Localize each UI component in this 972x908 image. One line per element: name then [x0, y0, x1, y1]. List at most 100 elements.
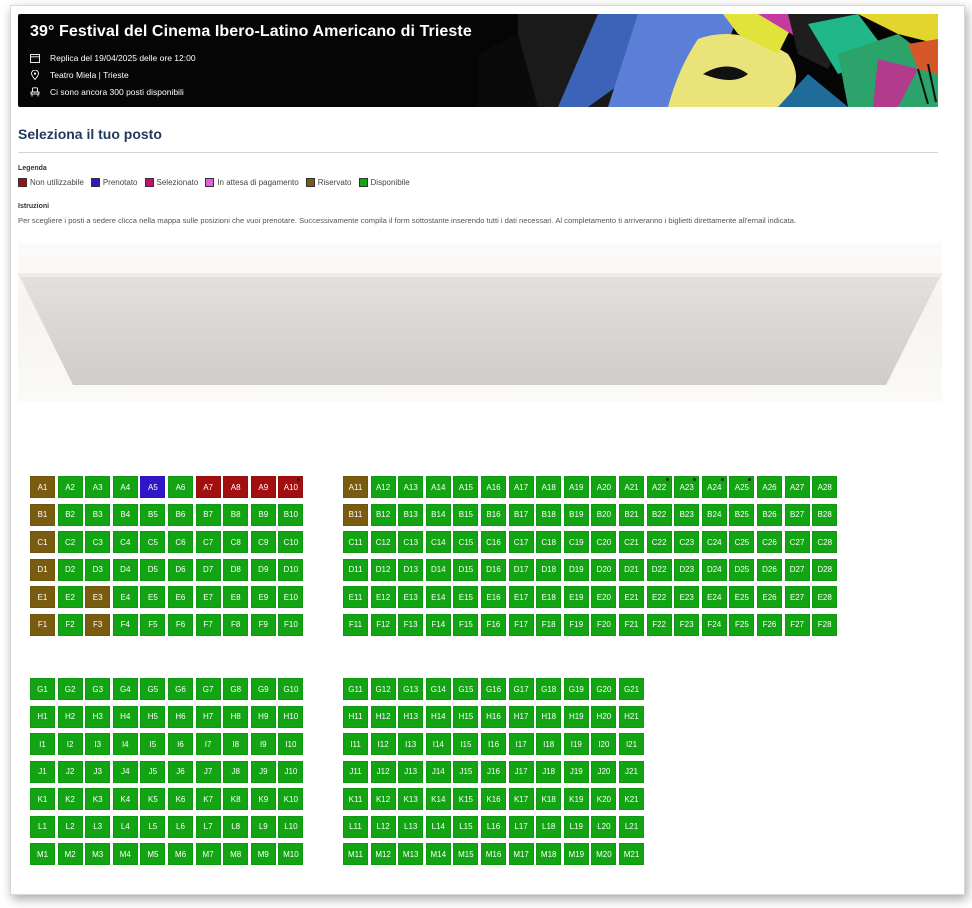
seat-g13[interactable]: G13: [398, 678, 424, 700]
seat-f17[interactable]: F17: [508, 613, 534, 636]
seat-c11[interactable]: C11: [343, 531, 368, 553]
seat-k14[interactable]: K14: [425, 788, 451, 810]
seat-j18[interactable]: J18: [536, 760, 562, 783]
seat-k11[interactable]: K11: [343, 788, 368, 810]
seat-a19[interactable]: A19: [563, 476, 589, 498]
seat-i10[interactable]: I10: [278, 733, 304, 755]
seat-a10[interactable]: A10: [278, 476, 304, 498]
seat-h7[interactable]: H7: [195, 705, 221, 728]
seat-l16[interactable]: L16: [481, 815, 506, 838]
seat-l4[interactable]: L4: [112, 815, 138, 838]
seat-b26[interactable]: B26: [757, 503, 782, 526]
seat-f22[interactable]: F22: [646, 613, 672, 636]
seat-m18[interactable]: M18: [536, 843, 562, 865]
seat-c7[interactable]: C7: [195, 531, 221, 553]
seat-m20[interactable]: M20: [591, 843, 617, 865]
seat-d10[interactable]: D10: [278, 558, 304, 581]
seat-a4[interactable]: A4: [112, 476, 138, 498]
seat-f11[interactable]: F11: [343, 613, 368, 636]
seat-a5[interactable]: A5: [140, 476, 166, 498]
seat-g11[interactable]: G11: [343, 678, 368, 700]
seat-h14[interactable]: H14: [425, 705, 451, 728]
seat-c4[interactable]: C4: [112, 531, 138, 553]
seat-d7[interactable]: D7: [195, 558, 221, 581]
seat-a20[interactable]: A20: [591, 476, 617, 498]
seat-m17[interactable]: M17: [508, 843, 534, 865]
seat-f21[interactable]: F21: [619, 613, 644, 636]
seat-e22[interactable]: E22: [646, 586, 672, 608]
seat-d24[interactable]: D24: [701, 558, 727, 581]
seat-b15[interactable]: B15: [453, 503, 479, 526]
seat-d28[interactable]: D28: [812, 558, 838, 581]
seat-l3[interactable]: L3: [85, 815, 111, 838]
seat-d1[interactable]: D1: [30, 558, 55, 581]
seat-i13[interactable]: I13: [398, 733, 424, 755]
seat-d19[interactable]: D19: [563, 558, 589, 581]
seat-k12[interactable]: K12: [370, 788, 396, 810]
seat-b10[interactable]: B10: [278, 503, 304, 526]
seat-h8[interactable]: H8: [223, 705, 249, 728]
seat-k1[interactable]: K1: [30, 788, 55, 810]
seat-e4[interactable]: E4: [112, 586, 138, 608]
seat-i15[interactable]: I15: [453, 733, 479, 755]
seat-l7[interactable]: L7: [195, 815, 221, 838]
seat-d22[interactable]: D22: [646, 558, 672, 581]
seat-j3[interactable]: J3: [85, 760, 111, 783]
seat-l9[interactable]: L9: [250, 815, 276, 838]
seat-h1[interactable]: H1: [30, 705, 55, 728]
seat-b13[interactable]: B13: [398, 503, 424, 526]
seat-f19[interactable]: F19: [563, 613, 589, 636]
seat-k16[interactable]: K16: [481, 788, 506, 810]
seat-b23[interactable]: B23: [674, 503, 700, 526]
seat-j21[interactable]: J21: [619, 760, 644, 783]
seat-c18[interactable]: C18: [536, 531, 562, 553]
seat-d25[interactable]: D25: [729, 558, 755, 581]
seat-a17[interactable]: A17: [508, 476, 534, 498]
seat-i3[interactable]: I3: [85, 733, 111, 755]
seat-f18[interactable]: F18: [536, 613, 562, 636]
seat-d18[interactable]: D18: [536, 558, 562, 581]
seat-a3[interactable]: A3: [85, 476, 111, 498]
seat-l12[interactable]: L12: [370, 815, 396, 838]
seat-a28[interactable]: A28: [812, 476, 838, 498]
seat-b12[interactable]: B12: [370, 503, 396, 526]
seat-g7[interactable]: G7: [195, 678, 221, 700]
seat-b1[interactable]: B1: [30, 503, 55, 526]
seat-k21[interactable]: K21: [619, 788, 644, 810]
seat-h4[interactable]: H4: [112, 705, 138, 728]
seat-k5[interactable]: K5: [140, 788, 166, 810]
seat-b17[interactable]: B17: [508, 503, 534, 526]
seat-g19[interactable]: G19: [563, 678, 589, 700]
seat-j15[interactable]: J15: [453, 760, 479, 783]
seat-b5[interactable]: B5: [140, 503, 166, 526]
seat-a7[interactable]: A7: [195, 476, 221, 498]
seat-c15[interactable]: C15: [453, 531, 479, 553]
seat-h19[interactable]: H19: [563, 705, 589, 728]
seat-a16[interactable]: A16: [481, 476, 506, 498]
seat-l15[interactable]: L15: [453, 815, 479, 838]
seat-g16[interactable]: G16: [481, 678, 506, 700]
seat-i18[interactable]: I18: [536, 733, 562, 755]
seat-a26[interactable]: A26: [757, 476, 782, 498]
seat-h9[interactable]: H9: [250, 705, 276, 728]
seat-i17[interactable]: I17: [508, 733, 534, 755]
seat-m8[interactable]: M8: [223, 843, 249, 865]
seat-m3[interactable]: M3: [85, 843, 111, 865]
seat-b11[interactable]: B11: [343, 503, 368, 526]
seat-c2[interactable]: C2: [57, 531, 83, 553]
seat-m14[interactable]: M14: [425, 843, 451, 865]
seat-b2[interactable]: B2: [57, 503, 83, 526]
seat-i20[interactable]: I20: [591, 733, 617, 755]
seat-e14[interactable]: E14: [425, 586, 451, 608]
seat-m19[interactable]: M19: [563, 843, 589, 865]
seat-f25[interactable]: F25: [729, 613, 755, 636]
seat-i14[interactable]: I14: [425, 733, 451, 755]
seat-e6[interactable]: E6: [168, 586, 193, 608]
seat-c28[interactable]: C28: [812, 531, 838, 553]
seat-k8[interactable]: K8: [223, 788, 249, 810]
seat-g18[interactable]: G18: [536, 678, 562, 700]
seat-c27[interactable]: C27: [784, 531, 810, 553]
seat-e18[interactable]: E18: [536, 586, 562, 608]
seat-h5[interactable]: H5: [140, 705, 166, 728]
seat-i4[interactable]: I4: [112, 733, 138, 755]
